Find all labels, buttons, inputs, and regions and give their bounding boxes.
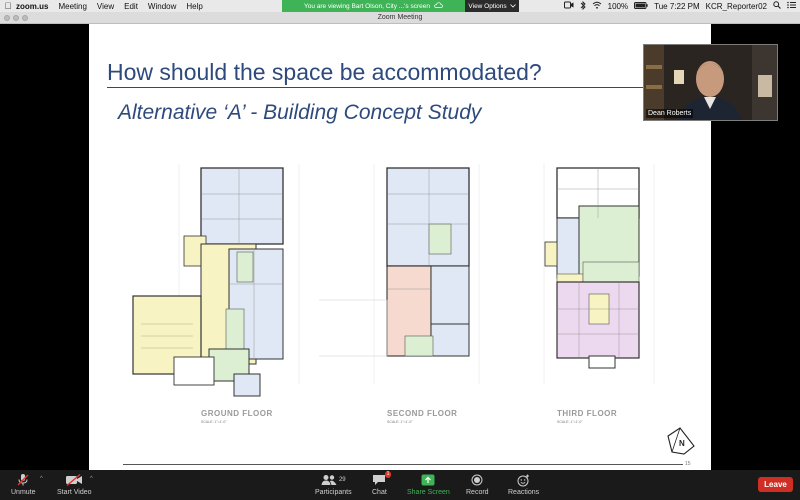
- share-screen-button[interactable]: Share Screen: [407, 472, 450, 496]
- menu-status-area: 100% Tue 7:22 PM KCR_Reporter02: [563, 0, 796, 12]
- second-floor-plan: [319, 167, 470, 357]
- share-banner-text: You are viewing Bart Olson, City ...'s s…: [303, 2, 430, 10]
- chat-label: Chat: [372, 489, 387, 496]
- footer-divider: [123, 464, 683, 465]
- video-options-chevron-icon[interactable]: ^: [90, 476, 93, 482]
- window-title-bar: Zoom Meeting: [0, 12, 800, 24]
- start-video-label: Start Video: [57, 489, 92, 496]
- participant-count: 29: [338, 477, 346, 483]
- close-window-button[interactable]: [4, 15, 10, 21]
- menu-window[interactable]: Window: [148, 2, 176, 11]
- third-floor-label: THIRD FLOOR: [557, 409, 618, 418]
- north-arrow-icon: N: [667, 427, 695, 455]
- screen-share-banner: You are viewing Bart Olson, City ...'s s…: [282, 0, 465, 12]
- share-screen-icon: [421, 474, 435, 486]
- participants-label: Participants: [315, 489, 352, 496]
- window-title: Zoom Meeting: [377, 14, 423, 21]
- chat-button[interactable]: 1 Chat: [372, 471, 392, 496]
- share-screen-label: Share Screen: [407, 489, 450, 496]
- search-icon[interactable]: [773, 1, 781, 11]
- record-label: Record: [466, 489, 489, 496]
- floor-plans-drawing: [132, 164, 655, 397]
- video-off-icon: [66, 474, 83, 486]
- presentation-slide: How should the space be accommodated? Al…: [89, 24, 711, 470]
- ground-floor-plan: [132, 167, 284, 397]
- zoom-window-button[interactable]: [22, 15, 28, 21]
- leave-meeting-button[interactable]: Leave: [758, 477, 793, 492]
- record-button[interactable]: Record: [466, 472, 489, 496]
- reactions-label: Reactions: [508, 489, 540, 496]
- record-icon: [471, 474, 483, 486]
- microphone-muted-icon: [17, 474, 29, 486]
- apple-icon[interactable]: : [0, 1, 16, 11]
- battery-icon[interactable]: [634, 1, 648, 11]
- menu-edit[interactable]: Edit: [124, 2, 138, 11]
- north-label: N: [679, 439, 685, 448]
- chat-unread-badge: 1: [384, 471, 392, 478]
- list-icon[interactable]: [787, 1, 796, 11]
- menu-user[interactable]: KCR_Reporter02: [706, 2, 767, 11]
- unmute-label: Unmute: [11, 489, 36, 496]
- battery-percent: 100%: [607, 1, 629, 11]
- reactions-button[interactable]: Reactions: [508, 472, 539, 496]
- menu-view[interactable]: View: [97, 2, 114, 11]
- reactions-icon: [517, 474, 530, 486]
- view-options-button[interactable]: View Options: [465, 0, 519, 12]
- ground-floor-scale: SCALE: 1"=1'-0": [201, 420, 227, 424]
- slide-page-number: 15: [685, 461, 691, 467]
- participants-button[interactable]: 29 Participants: [315, 472, 352, 496]
- second-floor-scale: SCALE: 1"=1'-0": [387, 420, 413, 424]
- third-floor-scale: SCALE: 1"=1'-0": [557, 420, 583, 424]
- meeting-toolbar: Unmute ^ Start Video ^ 29 Participants 1…: [0, 470, 800, 500]
- participant-name: Dean Roberts: [646, 109, 694, 118]
- unmute-button[interactable]: Unmute: [11, 472, 36, 496]
- cloud-icon: [434, 2, 443, 10]
- window-controls: [4, 15, 28, 21]
- ground-floor-label: GROUND FLOOR: [201, 409, 273, 418]
- wifi-icon[interactable]: [592, 1, 602, 11]
- chevron-down-icon: [509, 3, 516, 10]
- participant-video-tile[interactable]: Dean Roberts: [643, 44, 778, 121]
- start-video-button[interactable]: Start Video: [57, 472, 92, 496]
- second-floor-label: SECOND FLOOR: [387, 409, 458, 418]
- zoom-status-icon[interactable]: [563, 1, 574, 11]
- view-options-label: View Options: [468, 2, 507, 10]
- menu-meeting[interactable]: Meeting: [58, 2, 86, 11]
- bluetooth-icon[interactable]: [580, 0, 586, 12]
- participants-icon: [321, 475, 337, 485]
- menu-clock[interactable]: Tue 7:22 PM: [654, 2, 700, 11]
- menu-app-name[interactable]: zoom.us: [16, 2, 48, 11]
- minimize-window-button[interactable]: [13, 15, 19, 21]
- shared-screen-area: How should the space be accommodated? Al…: [0, 24, 800, 470]
- audio-options-chevron-icon[interactable]: ^: [40, 476, 43, 482]
- third-floor-plan: [544, 167, 640, 369]
- menu-help[interactable]: Help: [186, 2, 202, 11]
